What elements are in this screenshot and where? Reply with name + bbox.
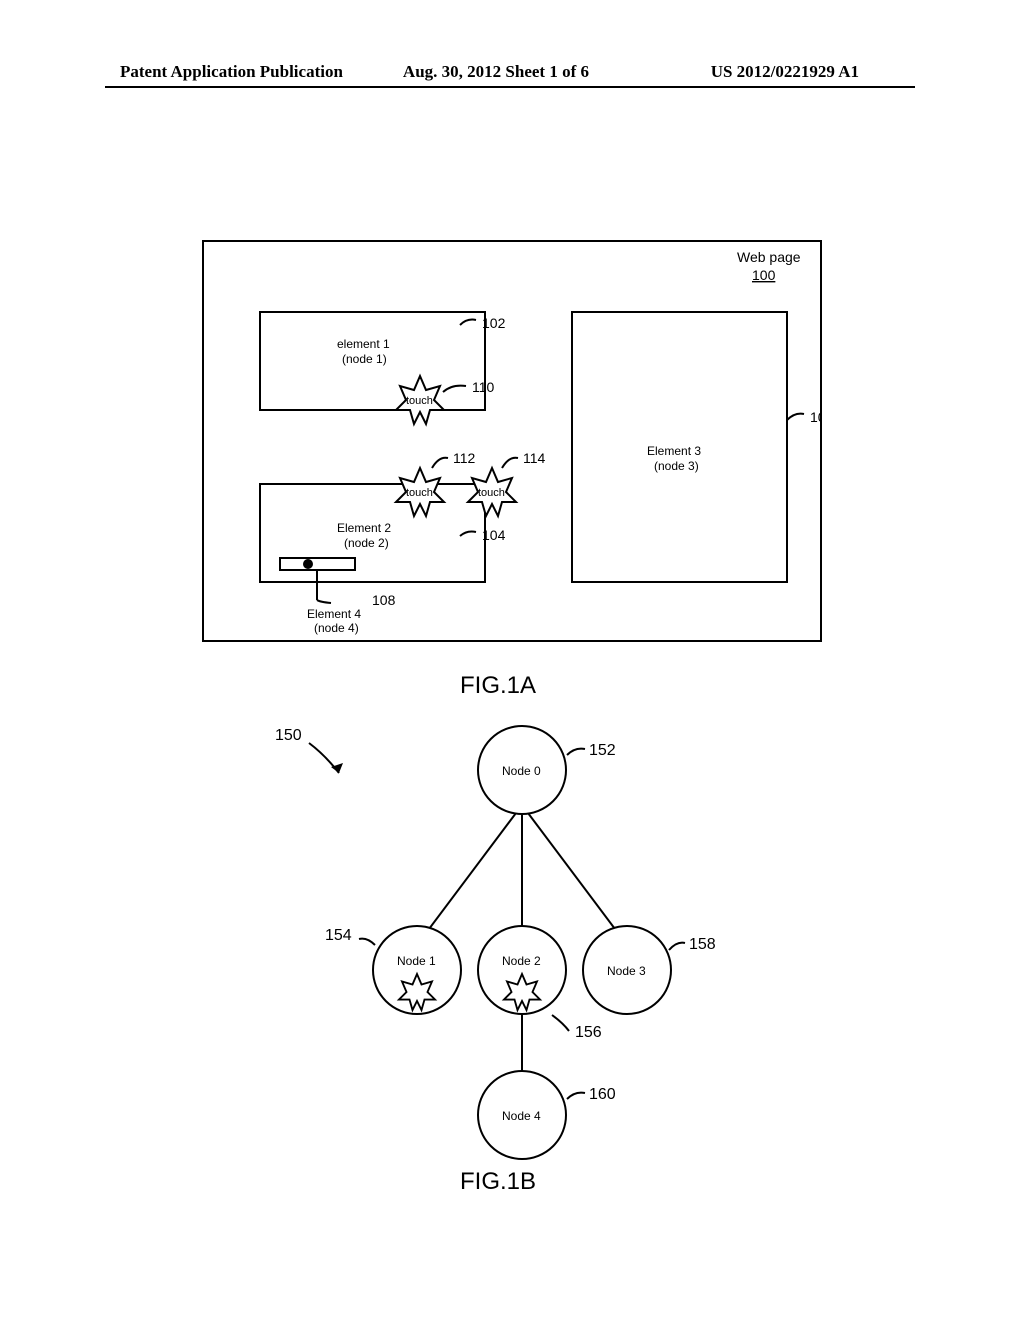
ref-104: 104: [482, 527, 506, 543]
svg-text:touch: touch: [406, 487, 433, 499]
node2-label: Node 2: [502, 954, 541, 968]
header-right: US 2012/0221929 A1: [711, 62, 859, 82]
page: Patent Application Publication Aug. 30, …: [0, 0, 1024, 1320]
ref-102: 102: [482, 315, 506, 331]
ref-114: 114: [523, 450, 546, 466]
node1-label: Node 1: [397, 954, 436, 968]
ref-156: 156: [575, 1024, 602, 1041]
ref-106: 106: [810, 409, 822, 425]
element1-line1: element 1: [337, 337, 390, 351]
element1-line2: (node 1): [342, 352, 387, 366]
ref-112: 112: [453, 450, 476, 466]
element2-line2: (node 2): [344, 536, 389, 550]
page-header: Patent Application Publication Aug. 30, …: [0, 62, 1024, 82]
ref-150: 150: [275, 727, 302, 744]
svg-text:touch: touch: [478, 487, 505, 499]
header-rule: [105, 86, 915, 88]
element3-line2: (node 3): [654, 459, 699, 473]
ref-110: 110: [472, 379, 495, 395]
fig-1a-label: FIG.1A: [460, 672, 536, 700]
ref-152: 152: [589, 742, 616, 759]
figure-1a: Web page 100 element 1 (node 1) Element …: [202, 240, 822, 660]
ref-108: 108: [372, 592, 396, 608]
webpage-title: Web page: [737, 249, 801, 265]
figure-1b: Node 0 Node 1 Node 2 Node 3 Node 4 150 1…: [247, 715, 767, 1165]
header-mid: Aug. 30, 2012 Sheet 1 of 6: [403, 62, 589, 82]
ref-158: 158: [689, 936, 716, 953]
ref-160: 160: [589, 1086, 616, 1103]
fig-1b-label: FIG.1B: [460, 1168, 536, 1196]
ref-154: 154: [325, 927, 352, 944]
element4-line1: Element 4: [307, 607, 361, 621]
node0-label: Node 0: [502, 764, 541, 778]
element3-line1: Element 3: [647, 444, 701, 458]
element4-line2: (node 4): [314, 621, 359, 635]
node4-label: Node 4: [502, 1109, 541, 1123]
node3-label: Node 3: [607, 964, 646, 978]
webpage-num: 100: [752, 267, 776, 283]
element2-line1: Element 2: [337, 521, 391, 535]
header-left: Patent Application Publication: [120, 62, 343, 82]
svg-text:touch: touch: [406, 395, 433, 407]
